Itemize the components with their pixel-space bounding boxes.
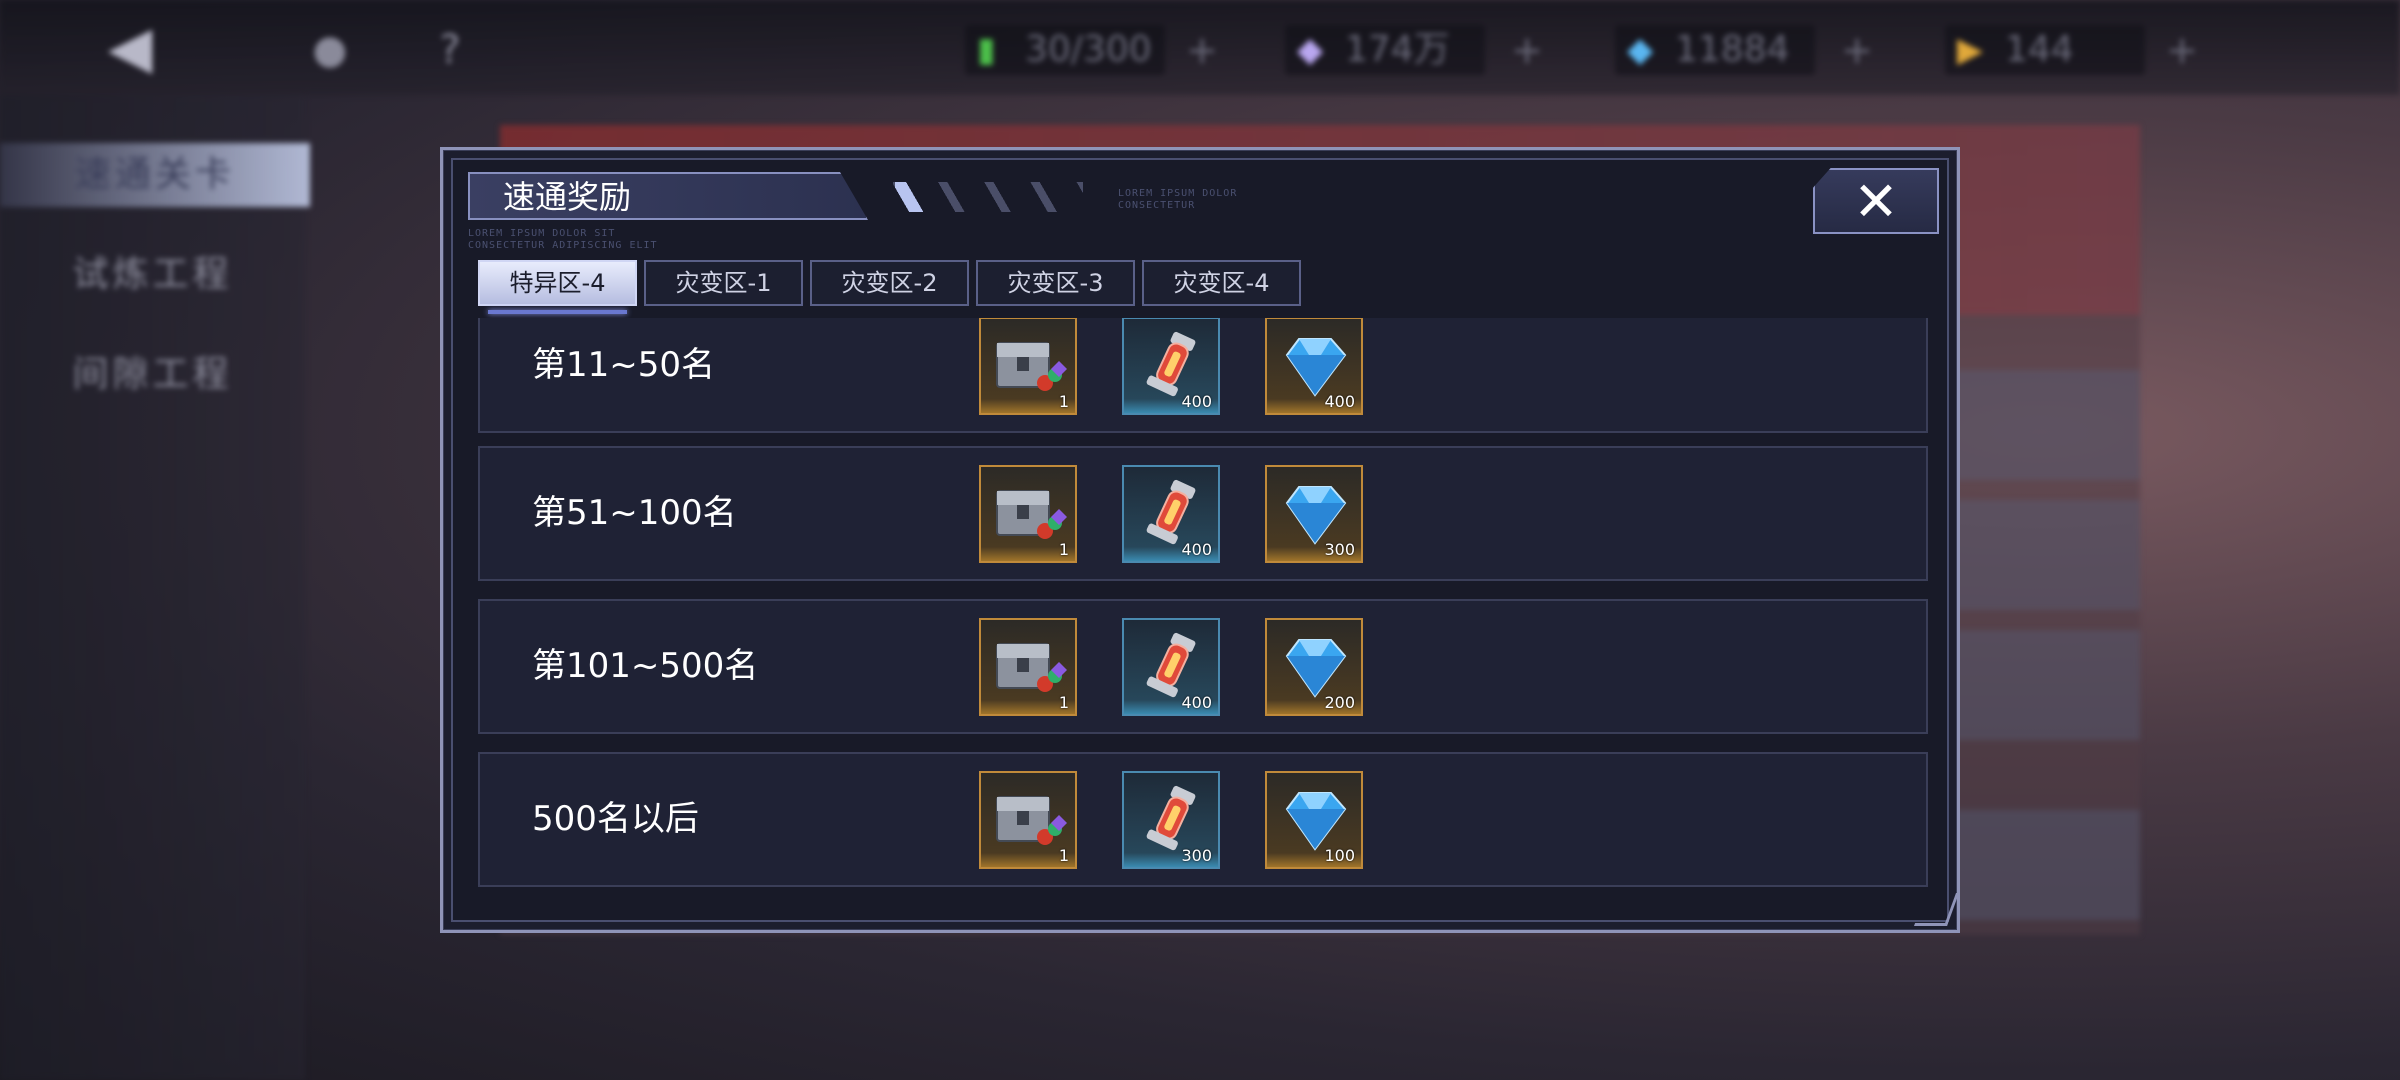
reward-list[interactable]: 第11~50名 1 400 400 第51~100名 1 400 300 第10… [478,318,1928,896]
supply-chest-icon [996,490,1067,539]
home-icon[interactable]: ● [300,20,360,80]
reward-item-energy-capsule[interactable]: 400 [1122,618,1220,716]
supply-chest-icon [996,342,1067,391]
reward-quantity: 1 [1058,846,1069,865]
reward-item-supply-chest[interactable]: 1 [979,618,1077,716]
tab-special-4[interactable]: 特异区-4 [478,260,637,314]
reward-quantity: 300 [1181,846,1212,865]
rank-range-label: 第101~500名 [532,646,759,686]
reward-row: 第11~50名 1 400 400 [478,318,1928,433]
rank-range-label: 第11~50名 [532,345,716,385]
reward-item-supply-chest[interactable]: 1 [979,771,1077,869]
help-icon[interactable]: ? [420,20,480,80]
tab-disaster-4[interactable]: 灾变区-4 [1142,260,1301,306]
reward-item-diamond[interactable]: 300 [1265,465,1363,563]
dialog-title: 速通奖励 [468,172,868,220]
reward-quantity: 1 [1058,540,1069,559]
reward-quantity: 400 [1181,693,1212,712]
add-gold-button[interactable]: + [1505,28,1549,72]
resource-gold: ◆ 174万 [1285,25,1485,75]
decorative-caption-line: LOREM IPSUM DOLOR [1118,188,1238,199]
reward-quantity: 100 [1324,846,1355,865]
tab-disaster-3[interactable]: 灾变区-3 [976,260,1135,306]
reward-item-energy-capsule[interactable]: 300 [1122,771,1220,869]
resource-value: 30/300 [1025,29,1152,70]
decorative-caption-line: CONSECTETUR [1118,200,1196,211]
reward-row: 第51~100名 1 400 300 [478,446,1928,581]
dialog-body: 速通奖励 LOREM IPSUM DOLOR SIT CONSECTETUR A… [451,158,1949,922]
resource-value: 174万 [1345,29,1450,70]
resource-stamina: ▮ 30/300 [965,25,1165,75]
tab-disaster-2[interactable]: 灾变区-2 [810,260,969,306]
reward-row: 第101~500名 1 400 200 [478,599,1928,734]
tab-disaster-1[interactable]: 灾变区-1 [644,260,803,306]
reward-quantity: 300 [1324,540,1355,559]
reward-item-energy-capsule[interactable]: 400 [1122,318,1220,415]
reward-quantity: 200 [1324,693,1355,712]
speedrun-reward-dialog: 速通奖励 LOREM IPSUM DOLOR SIT CONSECTETUR A… [440,147,1960,933]
reward-item-diamond[interactable]: 400 [1265,318,1363,415]
reward-item-diamond[interactable]: 100 [1265,771,1363,869]
decorative-caption-line: LOREM IPSUM DOLOR SIT [468,228,616,239]
reward-quantity: 400 [1324,392,1355,411]
back-arrow-icon: ◀ [107,13,153,81]
reward-quantity: 1 [1058,392,1069,411]
add-ticket-button[interactable]: + [2160,28,2204,72]
decorative-caption-line: CONSECTETUR ADIPISCING ELIT [468,240,658,251]
ticket-icon: ▶ [1957,30,1984,70]
reward-quantity: 400 [1181,392,1212,411]
reward-quantity: 1 [1058,693,1069,712]
sidebar-item-speedrun[interactable]: 速通关卡 [0,143,310,207]
supply-chest-icon [996,796,1067,845]
close-icon: ✕ [1853,170,1899,233]
close-button[interactable]: ✕ [1813,168,1939,234]
resource-value: 144 [2005,29,2074,70]
supply-chest-icon [996,643,1067,692]
reward-row: 500名以后 1 300 100 [478,752,1928,887]
rank-range-label: 500名以后 [532,799,699,839]
sidebar-item-gap[interactable]: 间隙工程 [0,343,305,407]
reward-item-supply-chest[interactable]: 1 [979,318,1077,415]
sidebar: 速通关卡 试炼工程 间隙工程 [0,95,310,1080]
reward-item-supply-chest[interactable]: 1 [979,465,1077,563]
resource-value: 11884 [1675,29,1790,70]
back-button[interactable]: ◀ [80,12,180,82]
crystal-icon: ◆ [1627,30,1654,70]
rank-range-label: 第51~100名 [532,493,737,533]
top-bar: ◀ ● ? ▮ 30/300 + ◆ 174万 + ◆ 11884 + ▶ 14… [0,0,2400,95]
decorative-caption: LOREM IPSUM DOLOR SIT CONSECTETUR ADIPIS… [468,228,658,252]
reward-item-diamond[interactable]: 200 [1265,618,1363,716]
reward-item-energy-capsule[interactable]: 400 [1122,465,1220,563]
add-crystal-button[interactable]: + [1835,28,1879,72]
decorative-caption: LOREM IPSUM DOLOR CONSECTETUR [1118,188,1237,212]
reward-quantity: 400 [1181,540,1212,559]
gem-icon: ◆ [1297,30,1324,70]
add-stamina-button[interactable]: + [1180,28,1224,72]
sidebar-item-trial[interactable]: 试炼工程 [0,243,305,307]
stamina-icon: ▮ [977,30,996,70]
decorative-stripe-highlight [895,182,925,212]
resource-crystal: ◆ 11884 [1615,25,1815,75]
resource-ticket: ▶ 144 [1945,25,2145,75]
